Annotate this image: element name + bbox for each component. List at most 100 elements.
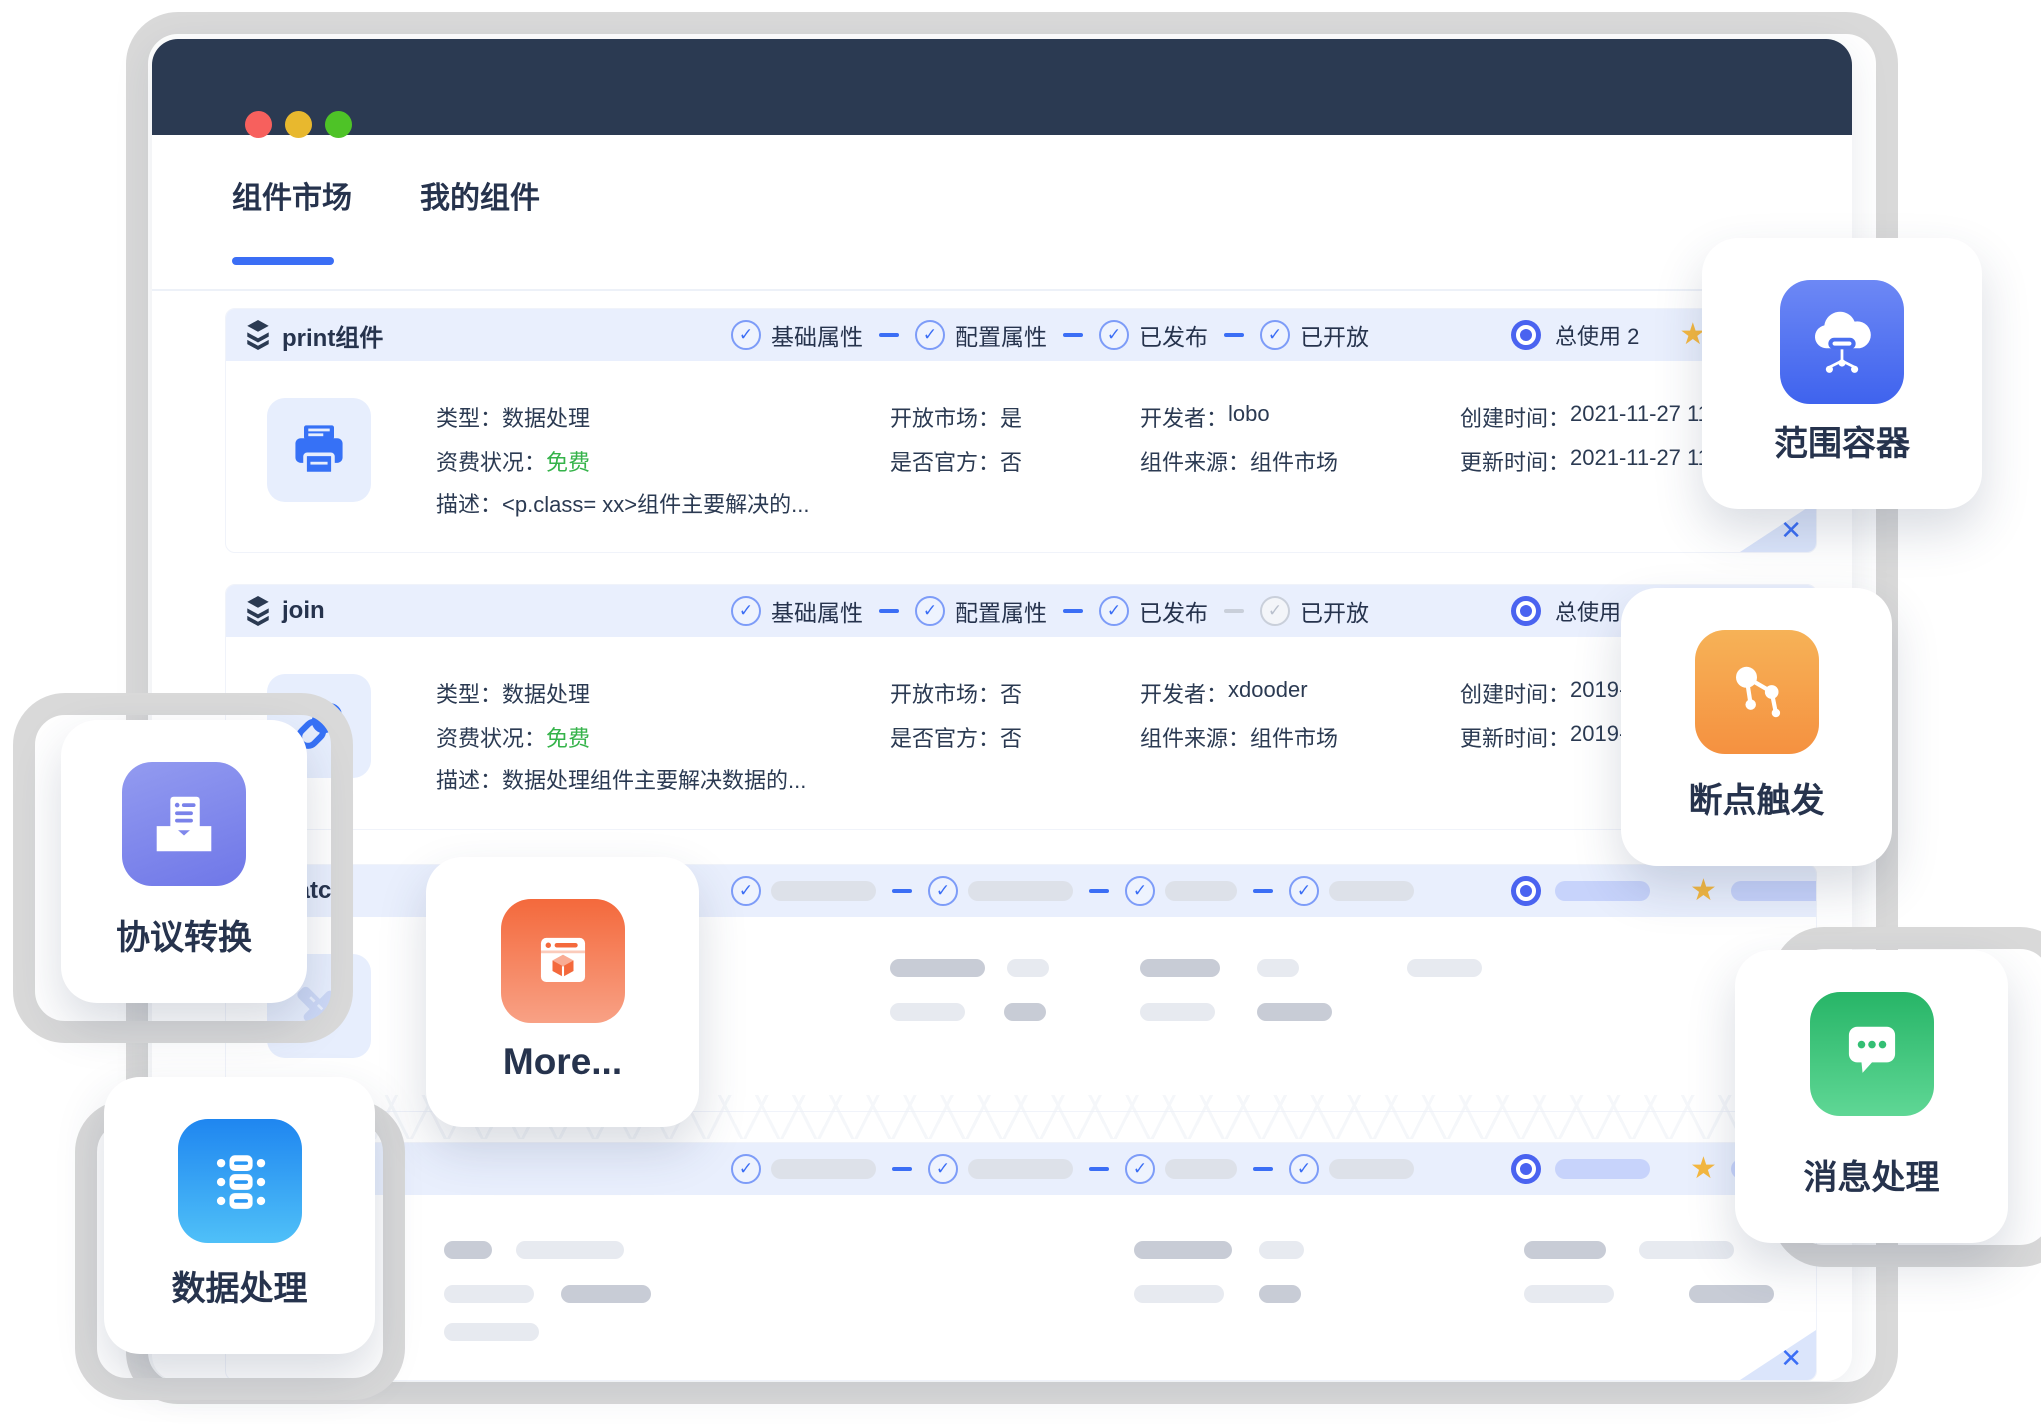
step-connector — [1089, 889, 1109, 893]
usage-eye-icon — [1511, 320, 1541, 350]
chat-bubble-icon — [1810, 992, 1934, 1116]
field-label: 开放市场： — [890, 677, 1000, 709]
field-label: 资费状况： — [436, 445, 546, 477]
skeleton-pill — [1140, 959, 1220, 977]
field-label: 更新时间： — [1460, 445, 1570, 477]
inbox-doc-icon — [122, 762, 246, 886]
field-value: lobo — [1228, 401, 1270, 433]
field-label: 开放市场： — [890, 401, 1000, 433]
check-circle-icon: ✓ — [1260, 320, 1290, 350]
step-label: 基础属性 — [771, 318, 863, 352]
field-value: 组件市场 — [1250, 445, 1338, 477]
field-label: 开发者： — [1140, 401, 1228, 433]
step-skeleton-pill — [1165, 881, 1237, 901]
floating-card-label: More... — [426, 1041, 699, 1083]
cloud-network-icon — [1780, 280, 1904, 404]
skeleton-pill — [1007, 959, 1049, 977]
step-connector — [892, 1167, 912, 1171]
field-value: 是 — [1000, 401, 1022, 433]
step-skeleton-pill — [968, 1159, 1073, 1179]
step-label: 已发布 — [1139, 594, 1208, 628]
step-label: 配置属性 — [955, 594, 1047, 628]
field-label: 描述： — [436, 763, 502, 795]
close-traffic-light[interactable] — [245, 111, 272, 138]
check-circle-icon: ✓ — [1125, 876, 1155, 906]
skeleton-pill — [1689, 1285, 1774, 1303]
stat-skeleton-pill — [1555, 881, 1650, 901]
tab-my-components[interactable]: 我的组件 — [420, 173, 540, 217]
skeleton-pill — [890, 959, 985, 977]
check-circle-icon: ✓ — [915, 320, 945, 350]
component-card-skeleton[interactable]: ✓ ✓ ✓ ✓ ★ ✕ — [225, 1142, 1817, 1381]
layers-icon — [246, 596, 270, 626]
floating-card-message-processing[interactable]: 消息处理 — [1735, 950, 2008, 1243]
floating-card-protocol-convert[interactable]: 协议转换 — [61, 720, 307, 1003]
component-card-print[interactable]: print组件 ✓ 基础属性 ✓ 配置属性 ✓ 已发布 ✓ 已开放 总使用 2 … — [225, 308, 1817, 553]
step-label: 已开放 — [1300, 594, 1369, 628]
floating-card-breakpoint-trigger[interactable]: 断点触发 — [1621, 588, 1892, 866]
field-label: 更新时间： — [1460, 721, 1570, 753]
browser-cube-icon — [501, 899, 625, 1023]
step-connector — [1224, 609, 1244, 613]
skeleton-pill — [1259, 1241, 1304, 1259]
check-circle-icon: ✓ — [731, 1154, 761, 1184]
skeleton-pill — [1257, 959, 1299, 977]
field-value: 否 — [1000, 677, 1022, 709]
component-card-join[interactable]: join ✓ 基础属性 ✓ 配置属性 ✓ 已发布 ✓ 已开放 总使用 6 ★ 总… — [225, 584, 1817, 830]
status-steps-skeleton: ✓ ✓ ✓ ✓ — [731, 865, 1414, 917]
status-steps-skeleton: ✓ ✓ ✓ ✓ — [731, 1143, 1414, 1195]
app-window: 组件市场 我的组件 print组件 ✓ 基础属性 ✓ 配置属性 — [152, 39, 1852, 1381]
maximize-traffic-light[interactable] — [325, 111, 352, 138]
floating-card-data-processing[interactable]: 数据处理 — [104, 1077, 375, 1354]
skeleton-pill — [1524, 1285, 1614, 1303]
field-value: 否 — [1000, 721, 1022, 753]
skeleton-pill — [1134, 1285, 1224, 1303]
minimize-traffic-light[interactable] — [285, 111, 312, 138]
field-label: 组件来源： — [1140, 721, 1250, 753]
data-nodes-icon — [178, 1119, 302, 1243]
stat-skeleton-pill — [1555, 1159, 1650, 1179]
component-type-icon-box — [267, 398, 371, 502]
floating-card-label: 消息处理 — [1735, 1150, 2008, 1199]
field-value: 数据处理 — [502, 677, 590, 709]
card-close-corner[interactable] — [1740, 1330, 1816, 1380]
step-skeleton-pill — [1165, 1159, 1237, 1179]
field-label: 开发者： — [1140, 677, 1228, 709]
step-connector — [879, 333, 899, 337]
floating-card-scope-container[interactable]: 范围容器 — [1702, 238, 1982, 509]
floating-card-label: 数据处理 — [104, 1261, 375, 1310]
rating-star-icon: ★ — [1690, 1154, 1717, 1184]
skeleton-pill — [1140, 1003, 1215, 1021]
check-circle-icon: ✓ — [1099, 596, 1129, 626]
step-skeleton-pill — [771, 881, 876, 901]
field-value: 否 — [1000, 445, 1022, 477]
skeleton-pill — [1257, 1003, 1332, 1021]
fee-value: 免费 — [546, 721, 590, 753]
field-value: 组件市场 — [1250, 721, 1338, 753]
layers-icon — [246, 320, 270, 350]
floating-card-more[interactable]: More... — [426, 857, 699, 1127]
check-circle-icon: ✓ — [1289, 876, 1319, 906]
check-circle-icon: ✓ — [1289, 1154, 1319, 1184]
stat-skeleton-pill — [1731, 881, 1817, 901]
status-steps: ✓ 基础属性 ✓ 配置属性 ✓ 已发布 ✓ 已开放 — [731, 585, 1369, 637]
skeleton-pill — [1004, 1003, 1046, 1021]
step-label: 基础属性 — [771, 594, 863, 628]
skeleton-pill — [1407, 959, 1482, 977]
tab-component-market[interactable]: 组件市场 — [232, 173, 352, 217]
card-stats-skeleton: ★ — [1511, 865, 1817, 917]
card-close-corner[interactable] — [1740, 502, 1816, 552]
field-label: 组件来源： — [1140, 445, 1250, 477]
check-circle-icon: ✓ — [731, 876, 761, 906]
close-icon[interactable]: ✕ — [1780, 1343, 1802, 1374]
check-circle-icon: ✓ — [1099, 320, 1129, 350]
skeleton-pill — [444, 1323, 539, 1341]
printer-icon — [289, 420, 349, 480]
step-connector — [1253, 889, 1273, 893]
field-label: 创建时间： — [1460, 401, 1570, 433]
close-icon[interactable]: ✕ — [1780, 515, 1802, 546]
molecule-icon — [1695, 630, 1819, 754]
usage-count: 总使用 2 — [1555, 319, 1639, 351]
field-label: 资费状况： — [436, 721, 546, 753]
component-name: print组件 — [282, 318, 383, 353]
